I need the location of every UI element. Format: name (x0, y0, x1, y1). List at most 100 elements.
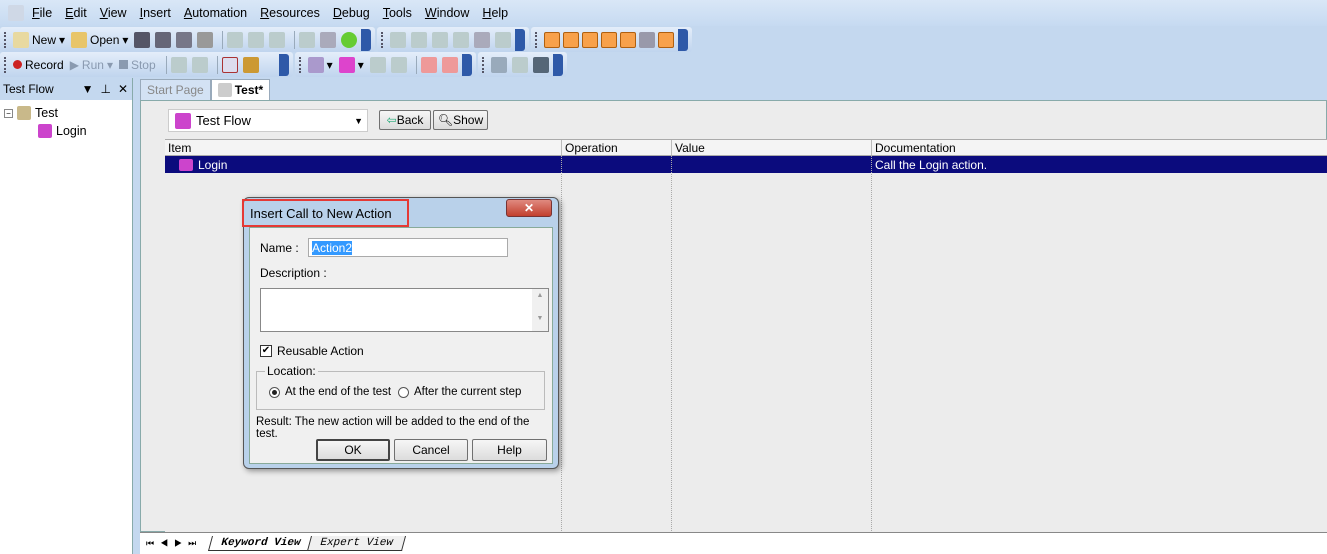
save-all-icon[interactable] (155, 31, 172, 48)
checkpoint-button[interactable]: ▾ (307, 56, 333, 73)
cell-operation[interactable] (562, 156, 672, 173)
grip[interactable] (4, 31, 8, 48)
close-button[interactable]: ✕ (506, 199, 552, 217)
check-icon[interactable] (341, 31, 358, 48)
column-documentation[interactable]: Documentation (872, 140, 1327, 155)
menu-file[interactable]: File (32, 6, 52, 20)
dropdown-icon[interactable]: ▼ (82, 82, 94, 96)
paste-icon[interactable] (269, 31, 286, 48)
back-button[interactable]: ⇦ Back (379, 110, 431, 130)
column-value[interactable]: Value (672, 140, 872, 155)
document-tabs: Start Page Test* (140, 78, 271, 100)
test-flow-icon[interactable] (544, 31, 561, 48)
save-icon[interactable] (134, 31, 151, 48)
menu-bar: File Edit View Insert Automation Resourc… (0, 0, 1327, 26)
view-select[interactable]: Test Flow ▼ (168, 109, 368, 132)
radio-after-current-step[interactable]: After the current step (398, 386, 521, 398)
grip[interactable] (298, 56, 303, 73)
tree-node-login[interactable]: Login (38, 124, 132, 138)
new-button[interactable]: New ▾ (13, 31, 65, 48)
documents-icon[interactable] (582, 31, 599, 48)
toolbar-options[interactable] (461, 53, 472, 76)
scroll-up-icon[interactable]: ▲ (532, 292, 548, 299)
stop-button[interactable]: Stop (118, 58, 156, 72)
menu-automation[interactable]: Automation (184, 6, 247, 20)
collapse-icon[interactable]: − (4, 108, 13, 118)
grip[interactable] (381, 31, 385, 48)
redo-icon[interactable] (411, 31, 428, 48)
undo-icon[interactable] (390, 31, 407, 48)
menu-help[interactable]: Help (482, 6, 508, 20)
grip[interactable] (535, 31, 539, 48)
menu-debug[interactable]: Debug (333, 6, 370, 20)
print-icon[interactable] (197, 31, 214, 48)
tab-expert-view[interactable]: Expert View (307, 536, 407, 551)
run-button[interactable]: ▶ Run ▾ (70, 58, 113, 72)
relations-icon[interactable] (639, 31, 656, 48)
reusable-checkbox[interactable]: ✔ Reusable Action (260, 344, 364, 358)
toolbar-options[interactable] (678, 28, 689, 51)
tree: − Test Login (0, 100, 132, 138)
show-button[interactable]: 🔍︎ Show (433, 110, 488, 130)
data-table-icon[interactable] (601, 31, 618, 48)
toolbar-options[interactable] (552, 53, 563, 76)
menu-insert[interactable]: Insert (140, 6, 171, 20)
close-icon[interactable]: ✕ (118, 82, 128, 96)
description-textarea[interactable]: ▲ ▼ (260, 288, 549, 332)
pin-icon[interactable]: ⊥ (100, 82, 110, 96)
replace-icon[interactable] (453, 31, 470, 48)
ok-button[interactable]: OK (316, 439, 390, 461)
function-icon[interactable] (390, 56, 407, 73)
toolbar-options[interactable] (278, 53, 289, 76)
menu-resources[interactable]: Resources (260, 6, 320, 20)
separator (294, 30, 296, 49)
end-transaction-icon[interactable] (441, 56, 458, 73)
tab-test[interactable]: Test* (210, 79, 271, 100)
info-icon[interactable] (658, 31, 675, 48)
open-button[interactable]: Open ▾ (71, 31, 128, 48)
checklist-icon[interactable] (221, 56, 238, 73)
column-item[interactable]: Item (165, 140, 562, 155)
column-operation[interactable]: Operation (562, 140, 672, 155)
tab-keyword-view[interactable]: Keyword View (208, 536, 314, 551)
mouse-icon[interactable] (170, 56, 187, 73)
table-row[interactable]: Login Call the Login action. (165, 156, 1327, 173)
step-icon[interactable] (369, 56, 386, 73)
scrollbar[interactable]: ▲ ▼ (532, 289, 548, 331)
toolbar-options[interactable] (515, 28, 526, 51)
start-transaction-icon[interactable] (420, 56, 437, 73)
name-input[interactable]: Action2 (308, 238, 508, 257)
menu-tools[interactable]: Tools (383, 6, 412, 20)
object-repository-icon[interactable] (490, 56, 507, 73)
cut-icon[interactable] (227, 31, 244, 48)
toolbar-options[interactable] (361, 28, 372, 51)
active-screen-icon[interactable] (620, 31, 637, 48)
menu-view[interactable]: View (100, 6, 127, 20)
tree-node-test[interactable]: − Test (4, 106, 132, 120)
scroll-down-icon[interactable]: ▼ (532, 315, 548, 322)
properties-icon[interactable] (320, 31, 337, 48)
object-spy-icon[interactable] (511, 56, 528, 73)
grip[interactable] (4, 56, 8, 73)
tab-start-page[interactable]: Start Page (140, 79, 211, 100)
identification-icon[interactable] (532, 56, 549, 73)
copy-icon[interactable] (248, 31, 265, 48)
record-button[interactable]: Record (13, 58, 64, 72)
binoculars-icon[interactable] (474, 31, 491, 48)
save-with-resources-icon[interactable] (176, 31, 193, 48)
cell-value[interactable] (672, 156, 872, 173)
radio-end-of-test[interactable]: At the end of the test (269, 386, 391, 398)
edit-icon[interactable] (299, 31, 316, 48)
tab-nav-arrows[interactable]: ⏮◀▶⏭ (146, 538, 202, 549)
menu-window[interactable]: Window (425, 6, 469, 20)
menu-edit[interactable]: Edit (65, 6, 87, 20)
find-icon[interactable] (432, 31, 449, 48)
grip[interactable] (481, 56, 486, 73)
cancel-button[interactable]: Cancel (394, 439, 468, 461)
font-icon[interactable] (495, 31, 512, 48)
battery-icon[interactable] (242, 56, 259, 73)
help-button[interactable]: Help (472, 439, 547, 461)
pointer-icon[interactable] (191, 56, 208, 73)
action-button[interactable]: ▾ (338, 56, 364, 73)
resources-icon[interactable] (563, 31, 580, 48)
